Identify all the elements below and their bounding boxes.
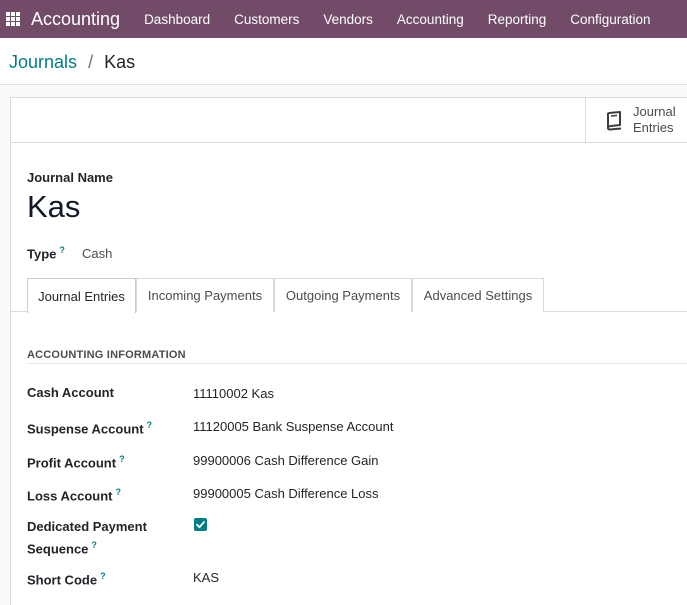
help-tooltip-icon[interactable]: ? [147,420,153,430]
help-tooltip-icon[interactable]: ? [115,487,121,497]
help-tooltip-icon[interactable]: ? [59,245,65,255]
breadcrumb-separator: / [88,52,94,72]
journal-name-label: Journal Name [27,170,113,185]
loss-account-field[interactable]: 99900005 Cash Difference Loss [193,486,379,501]
dedicated-payment-sequence-label-line2: Sequence? [27,536,147,558]
dedicated-payment-sequence-checkbox[interactable] [194,518,207,531]
apps-grid-icon[interactable] [6,12,20,26]
type-field[interactable]: Cash [82,246,112,261]
checkmark-icon [196,521,205,529]
tab-incoming-payments[interactable]: Incoming Payments [136,278,274,312]
button-box: Journal Entries [11,98,687,143]
profit-account-label: Profit Account? [27,450,125,472]
tab-journal-entries[interactable]: Journal Entries [27,278,136,313]
tab-outgoing-payments[interactable]: Outgoing Payments [274,278,412,312]
notebook-tabs: Journal Entries Incoming Payments Outgoi… [11,278,687,313]
section-divider [27,363,687,364]
stat-button-text: Journal Entries [633,104,676,136]
suspense-account-label-text: Suspense Account [27,421,144,437]
stat-button-line2: Entries [633,120,674,135]
app-name[interactable]: Accounting [31,9,120,30]
tab-advanced-settings[interactable]: Advanced Settings [412,278,544,312]
book-icon [606,111,622,131]
short-code-field[interactable]: KAS [193,570,219,585]
breadcrumb-journals-link[interactable]: Journals [9,52,77,72]
menu-item-dashboard[interactable]: Dashboard [132,12,222,27]
main-menu: Dashboard Customers Vendors Accounting R… [132,12,663,27]
form-sheet: Journal Entries Journal Name Kas Type? C… [10,97,687,605]
journal-entries-smart-button[interactable]: Journal Entries [585,98,687,142]
stat-button-line1: Journal [633,104,676,119]
loss-account-label-text: Loss Account [27,488,113,504]
menu-item-accounting[interactable]: Accounting [385,12,476,27]
menu-item-vendors[interactable]: Vendors [311,12,385,27]
journal-name-field[interactable]: Kas [27,189,80,225]
menu-item-configuration[interactable]: Configuration [558,12,662,27]
profit-account-field[interactable]: 99900006 Cash Difference Gain [193,453,379,468]
breadcrumb: Journals / Kas [9,52,135,73]
loss-account-label: Loss Account? [27,483,121,505]
cash-account-label: Cash Account [27,385,114,400]
dedicated-payment-sequence-label-line2-text: Sequence [27,541,89,557]
short-code-label-text: Short Code [27,572,98,588]
dedicated-payment-sequence-label-line1: Dedicated Payment [27,519,147,534]
menu-item-reporting[interactable]: Reporting [476,12,559,27]
type-label: Type? [27,245,65,261]
dedicated-payment-sequence-label: Dedicated Payment Sequence? [27,517,147,558]
short-code-label: Short Code? [27,567,106,589]
section-title: ACCOUNTING INFORMATION [27,349,186,361]
help-tooltip-icon[interactable]: ? [119,454,125,464]
help-tooltip-icon[interactable]: ? [91,540,97,550]
profit-account-label-text: Profit Account [27,455,117,471]
type-label-text: Type [27,246,57,262]
suspense-account-field[interactable]: 11120005 Bank Suspense Account [193,419,393,434]
suspense-account-label: Suspense Account? [27,416,152,438]
help-tooltip-icon[interactable]: ? [100,571,106,581]
top-navbar: Accounting Dashboard Customers Vendors A… [0,0,687,38]
control-panel: Journals / Kas [0,38,687,85]
breadcrumb-current: Kas [104,52,136,72]
menu-item-customers[interactable]: Customers [222,12,311,27]
cash-account-field[interactable]: 11110002 Kas [193,386,274,401]
